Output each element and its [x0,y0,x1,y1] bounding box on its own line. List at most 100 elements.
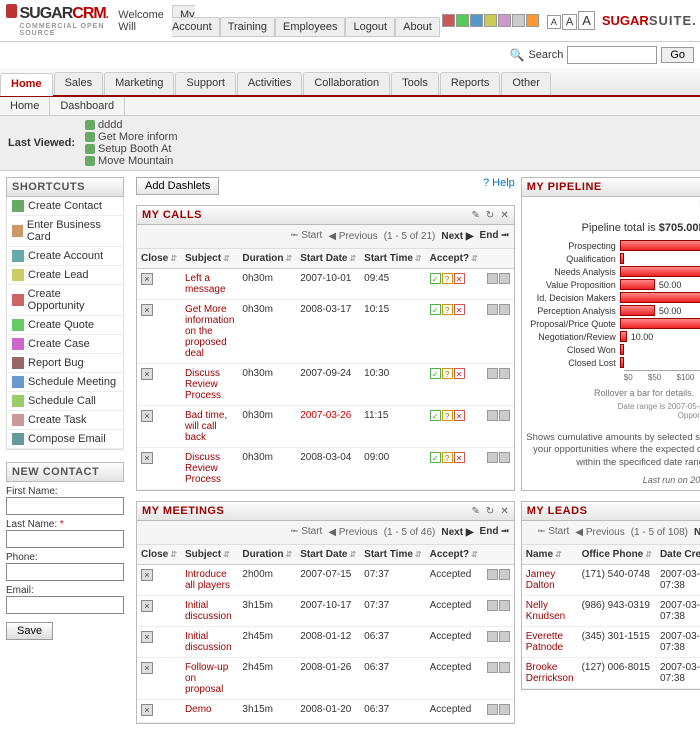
shortcut-enter-business-card[interactable]: Enter Business Card [7,216,123,247]
col-startdate[interactable]: Start Date⇵ [296,249,360,269]
pager-prev[interactable]: ◀ Previous [328,231,377,242]
subtab-dashboard[interactable]: Dashboard [50,97,125,115]
theme-swatches[interactable] [442,14,539,27]
chart-bar[interactable] [620,318,700,329]
chart-bar[interactable] [620,279,655,290]
accept-icon[interactable]: ✓ [430,273,441,284]
edit-row-icon[interactable] [487,273,498,284]
shortcut-create-opportunity[interactable]: Create Opportunity [7,285,123,316]
toplink-my-account[interactable]: My Account [172,5,220,37]
last-name-input[interactable] [6,530,124,548]
close-row-icon[interactable]: × [141,368,153,380]
chart-bar-row[interactable]: Closed Lost [528,357,700,368]
accept-icon[interactable]: ✓ [430,368,441,379]
chart-bar-row[interactable]: Perception Analysis50.00 [528,305,700,316]
chart-bar[interactable] [620,240,700,251]
chart-bar[interactable] [620,357,624,368]
go-button[interactable]: Go [661,47,694,63]
tab-collaboration[interactable]: Collaboration [303,72,390,95]
subject-link[interactable]: Discuss Review Process [185,368,221,401]
subject-link[interactable]: Bad time, will call back [185,410,227,443]
pager-next[interactable]: Next ▶ [694,527,700,538]
close-row-icon[interactable]: × [141,273,153,285]
theme-swatch[interactable] [442,14,455,27]
tab-activities[interactable]: Activities [237,72,302,95]
close-icon[interactable]: ✕ [500,506,508,517]
col-date-created[interactable]: Date Created⇵ [656,545,700,565]
toplink-employees[interactable]: Employees [275,17,345,37]
pager-end[interactable]: End ⭲ [480,228,509,245]
decline-icon[interactable]: ✕ [454,304,465,315]
pager-start[interactable]: ⭰ Start [291,524,322,541]
theme-swatch[interactable] [512,14,525,27]
view-row-icon[interactable] [499,368,510,379]
shortcut-compose-email[interactable]: Compose Email [7,430,123,449]
col-close[interactable]: Close⇵ [137,545,181,565]
col-name[interactable]: Name⇵ [522,545,578,565]
tentative-icon[interactable]: ? [442,273,453,284]
col-office-phone[interactable]: Office Phone⇵ [578,545,656,565]
pager-end[interactable]: End ⭲ [480,524,509,541]
close-row-icon[interactable]: × [141,600,153,612]
theme-swatch[interactable] [498,14,511,27]
subject-link[interactable]: Demo [185,704,212,715]
col-starttime[interactable]: Start Time⇵ [360,249,425,269]
last-viewed-item[interactable]: Setup Booth At [85,143,177,155]
toplink-training[interactable]: Training [220,17,275,37]
phone-input[interactable] [6,563,124,581]
view-row-icon[interactable] [499,704,510,715]
view-row-icon[interactable] [499,410,510,421]
accept-icon[interactable]: ✓ [430,410,441,421]
chart-bar-row[interactable]: Qualification [528,253,700,264]
view-row-icon[interactable] [499,631,510,642]
shortcut-schedule-call[interactable]: Schedule Call [7,392,123,411]
chart-bar[interactable] [620,266,700,277]
col-starttime[interactable]: Start Time⇵ [360,545,425,565]
subtab-home[interactable]: Home [0,97,50,115]
chart-bar[interactable] [620,253,624,264]
chart-bar[interactable] [620,344,624,355]
edit-row-icon[interactable] [487,631,498,642]
shortcut-schedule-meeting[interactable]: Schedule Meeting [7,373,123,392]
theme-swatch[interactable] [470,14,483,27]
close-row-icon[interactable]: × [141,304,153,316]
search-input[interactable] [567,46,657,64]
subject-link[interactable]: Introduce all players [185,569,230,591]
accept-icon[interactable]: ✓ [430,304,441,315]
tab-sales[interactable]: Sales [54,72,104,95]
help-link[interactable]: ? Help [483,177,515,189]
view-row-icon[interactable] [499,273,510,284]
shortcut-create-quote[interactable]: Create Quote [7,316,123,335]
subject-link[interactable]: Discuss Review Process [185,452,221,485]
refresh-icon[interactable]: ↻ [486,506,494,517]
edit-row-icon[interactable] [487,452,498,463]
subject-link[interactable]: Left a message [185,273,226,295]
save-button[interactable]: Save [6,622,53,640]
accept-icon[interactable]: ✓ [430,452,441,463]
last-viewed-item[interactable]: Get More inform [85,131,177,143]
tab-support[interactable]: Support [175,72,236,95]
chart-bar-row[interactable]: Closed Won [528,344,700,355]
font-size-option[interactable]: A [547,15,561,29]
decline-icon[interactable]: ✕ [454,410,465,421]
theme-swatch[interactable] [526,14,539,27]
close-icon[interactable]: ✕ [500,210,508,221]
toplink-logout[interactable]: Logout [345,17,395,37]
chart-bar-row[interactable]: Proposal/Price Quote125.00 [528,318,700,329]
edit-row-icon[interactable] [487,704,498,715]
tentative-icon[interactable]: ? [442,368,453,379]
subject-link[interactable]: Initial discussion [185,600,232,622]
pager-start[interactable]: ⭰ Start [538,524,569,541]
shortcut-create-account[interactable]: Create Account [7,247,123,266]
shortcut-create-lead[interactable]: Create Lead [7,266,123,285]
pager-start[interactable]: ⭰ Start [291,228,322,245]
tentative-icon[interactable]: ? [442,452,453,463]
lead-name-link[interactable]: Nelly Knudsen [526,600,565,622]
edit-row-icon[interactable] [487,600,498,611]
email-input[interactable] [6,596,124,614]
view-row-icon[interactable] [499,452,510,463]
chart-bar[interactable] [620,292,700,303]
edit-row-icon[interactable] [487,662,498,673]
tab-other[interactable]: Other [501,72,551,95]
close-row-icon[interactable]: × [141,569,153,581]
